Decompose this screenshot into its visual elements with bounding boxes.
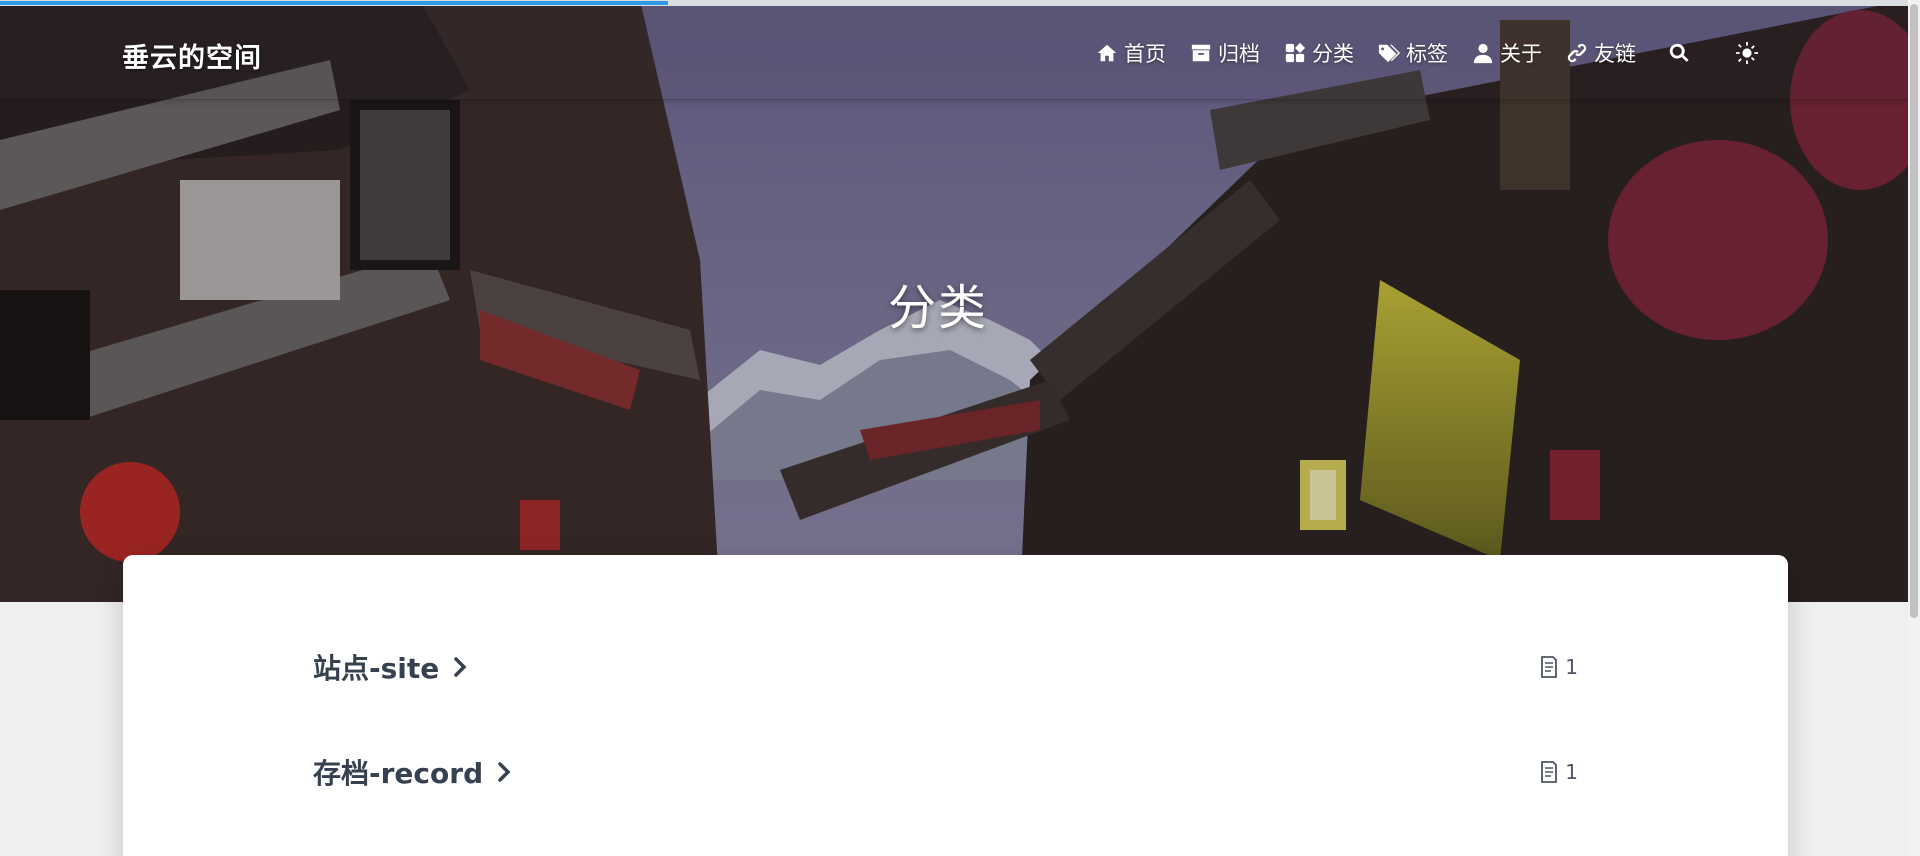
category-count-value: 1 (1565, 655, 1578, 679)
nav-item-label: 首页 (1124, 42, 1166, 66)
category-post-count: 1 (1539, 655, 1578, 679)
link-icon (1567, 43, 1587, 63)
category-icon (1285, 42, 1306, 63)
category-row: 站点-site 1 (313, 645, 1578, 689)
nav-item-friend-links[interactable]: 友链 (1566, 38, 1636, 68)
category-link-site[interactable]: 站点-site (313, 647, 467, 687)
home-icon (1097, 44, 1117, 62)
categories-card: 站点-site 1 存档-record 1 (123, 555, 1788, 856)
nav-item-label: 归档 (1218, 42, 1260, 66)
theme-toggle-button[interactable] (1736, 42, 1758, 64)
site-brand[interactable]: 垂云的空间 (122, 36, 262, 75)
scrollbar-thumb[interactable] (1910, 4, 1918, 618)
nav-item-label: 分类 (1312, 42, 1354, 66)
document-icon (1541, 761, 1558, 783)
reading-progress-bar (0, 0, 1908, 6)
nav-item-label: 友链 (1594, 42, 1636, 66)
nav-item-label: 关于 (1500, 42, 1542, 66)
category-name: 存档-record (313, 757, 484, 790)
nav-item-archive[interactable]: 归档 (1190, 38, 1260, 68)
tags-icon (1378, 44, 1400, 63)
archive-icon (1191, 44, 1211, 62)
page-title: 分类 (887, 280, 988, 336)
category-name: 站点-site (313, 652, 440, 685)
search-button[interactable] (1668, 42, 1690, 64)
main-nav: 首页 归档 分类 标签 关于 友链 (1096, 38, 1758, 68)
user-icon (1473, 43, 1493, 64)
nav-item-label: 标签 (1406, 42, 1448, 66)
top-navbar: 垂云的空间 首页 归档 分类 标签 关于 友链 (0, 6, 1908, 100)
nav-item-home[interactable]: 首页 (1096, 38, 1166, 68)
category-count-value: 1 (1565, 760, 1578, 784)
nav-item-about[interactable]: 关于 (1472, 38, 1542, 68)
chevron-right-icon (498, 762, 511, 782)
nav-item-tags[interactable]: 标签 (1378, 38, 1448, 68)
category-row: 存档-record 1 (313, 750, 1578, 794)
document-icon (1541, 656, 1558, 678)
nav-item-categories[interactable]: 分类 (1284, 38, 1354, 68)
chevron-right-icon (454, 657, 467, 677)
search-icon (1669, 43, 1689, 62)
page-scrollbar[interactable] (1908, 0, 1920, 856)
category-link-record[interactable]: 存档-record (313, 752, 511, 792)
reading-progress-fill (0, 1, 668, 5)
category-post-count: 1 (1539, 760, 1578, 784)
sun-icon (1736, 42, 1758, 64)
